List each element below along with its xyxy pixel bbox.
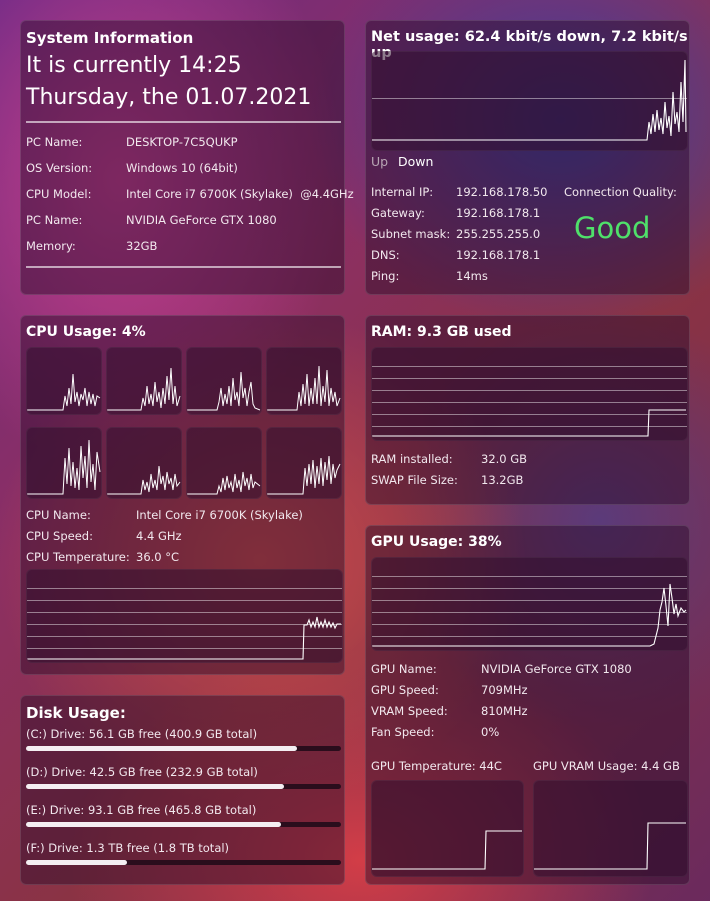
cpu-usage-panel: CPU Usage: 4% CPU Name: Intel Core i7 67… <box>20 315 345 675</box>
ping-value: 14ms <box>456 269 488 283</box>
cpu-temperature-graph <box>26 569 343 663</box>
drive-c-bar-fill <box>26 746 297 751</box>
system-info-panel: System Information It is currently 14:25… <box>20 20 354 295</box>
drive-e-bar <box>26 822 341 827</box>
swap-size-value: 13.2GB <box>481 473 524 487</box>
drive-e-bar-fill <box>26 822 282 827</box>
cpu-core-graph-3 <box>186 347 262 415</box>
cpu-core-graph-7 <box>186 427 262 499</box>
cpu-core-graph-1 <box>26 347 102 415</box>
cpu-core-graph-6 <box>106 427 182 499</box>
swap-size-label: SWAP File Size: <box>371 473 458 487</box>
ping-label: Ping: <box>371 269 400 283</box>
cpu-name-value: Intel Core i7 6700K (Skylake) <box>136 508 303 522</box>
gpu-usage-panel: GPU Usage: 38% GPU Name: NVIDIA GeForce … <box>365 525 690 885</box>
gpu-vram-usage-graph <box>533 780 688 877</box>
subnet-value: 255.255.255.0 <box>456 227 541 241</box>
ram-installed-label: RAM installed: <box>371 452 453 466</box>
pc-name-label: PC Name: <box>26 135 83 149</box>
cpu-name-label: CPU Name: <box>26 508 91 522</box>
drive-d-label: (D:) Drive: 42.5 GB free (232.9 GB total… <box>26 765 258 779</box>
system-info-title: System Information <box>26 29 194 47</box>
drive-f-label: (F:) Drive: 1.3 TB free (1.8 TB total) <box>26 841 230 855</box>
cpu-model-value: Intel Core i7 6700K (Skylake) @4.4GHz <box>126 187 354 201</box>
os-version-value: Windows 10 (64bit) <box>126 161 238 175</box>
drive-c-bar <box>26 746 341 751</box>
gpu-usage-graph <box>371 557 688 651</box>
gpu-speed-value: 709MHz <box>481 683 528 697</box>
gpu-name-value: NVIDIA GeForce GTX 1080 <box>481 662 632 676</box>
gpu-speed-label: GPU Speed: <box>371 683 439 697</box>
current-time: It is currently 14:25 <box>26 53 242 78</box>
net-legend-up: Up <box>371 154 389 169</box>
gpu-temperature-label: GPU Temperature: 44C <box>371 759 502 773</box>
cpu-core-graph-2 <box>106 347 182 415</box>
gpu-usage-title: GPU Usage: 38% <box>371 534 502 550</box>
gpu-temperature-graph <box>371 780 524 877</box>
vram-speed-value: 810MHz <box>481 704 528 718</box>
dns-label: DNS: <box>371 248 400 262</box>
divider-top <box>26 121 341 123</box>
gpu-vram-usage-label: GPU VRAM Usage: 4.4 GB <box>533 759 680 773</box>
net-usage-graph <box>371 51 688 151</box>
memory-value: 32GB <box>126 239 158 253</box>
cpu-core-graph-8 <box>266 427 342 499</box>
internal-ip-label: Internal IP: <box>371 185 434 199</box>
cpu-usage-title: CPU Usage: 4% <box>26 324 146 340</box>
net-usage-panel: Net usage: 62.4 kbit/s down, 7.2 kbit/s … <box>365 20 690 295</box>
cpu-model-label: CPU Model: <box>26 187 92 201</box>
drive-f-bar <box>26 860 341 865</box>
pc-name-value: DESKTOP-7C5QUKP <box>126 135 238 149</box>
drive-d-bar-fill <box>26 784 285 789</box>
subnet-label: Subnet mask: <box>371 227 451 241</box>
fan-speed-label: Fan Speed: <box>371 725 435 739</box>
cpu-temp-label: CPU Temperature: <box>26 550 130 564</box>
ram-installed-value: 32.0 GB <box>481 452 528 466</box>
cpu-core-graph-5 <box>26 427 102 499</box>
gpu-model-value: NVIDIA GeForce GTX 1080 <box>126 213 277 227</box>
drive-d-bar <box>26 784 341 789</box>
fan-speed-value: 0% <box>481 725 500 739</box>
os-version-label: OS Version: <box>26 161 93 175</box>
connection-quality-value: Good <box>574 211 651 245</box>
vram-speed-label: VRAM Speed: <box>371 704 448 718</box>
ram-title: RAM: 9.3 GB used <box>371 324 512 340</box>
current-date: Thursday, the 01.07.2021 <box>26 85 312 110</box>
drive-c-label: (C:) Drive: 56.1 GB free (400.9 GB total… <box>26 727 258 741</box>
gateway-value: 192.168.178.1 <box>456 206 541 220</box>
divider-bottom <box>26 266 341 268</box>
gpu-name-label: GPU Name: <box>371 662 437 676</box>
drive-e-label: (E:) Drive: 93.1 GB free (465.8 GB total… <box>26 803 257 817</box>
drive-f-bar-fill <box>26 860 127 865</box>
disk-usage-panel: Disk Usage: (C:) Drive: 56.1 GB free (40… <box>20 695 345 885</box>
cpu-speed-label: CPU Speed: <box>26 529 93 543</box>
gpu-model-label: PC Name: <box>26 213 83 227</box>
internal-ip-value: 192.168.178.50 <box>456 185 548 199</box>
ram-usage-graph <box>371 347 688 441</box>
ram-panel: RAM: 9.3 GB used RAM installed: 32.0 GB … <box>365 315 690 505</box>
cpu-speed-value: 4.4 GHz <box>136 529 182 543</box>
gateway-label: Gateway: <box>371 206 425 220</box>
dns-value: 192.168.178.1 <box>456 248 541 262</box>
disk-usage-title: Disk Usage: <box>26 704 126 722</box>
net-legend-down: Down <box>398 154 434 169</box>
net-usage-line <box>372 59 687 141</box>
cpu-temp-value: 36.0 °C <box>136 550 180 564</box>
memory-label: Memory: <box>26 239 76 253</box>
connection-quality-label: Connection Quality: <box>564 185 677 199</box>
cpu-core-graph-4 <box>266 347 342 415</box>
